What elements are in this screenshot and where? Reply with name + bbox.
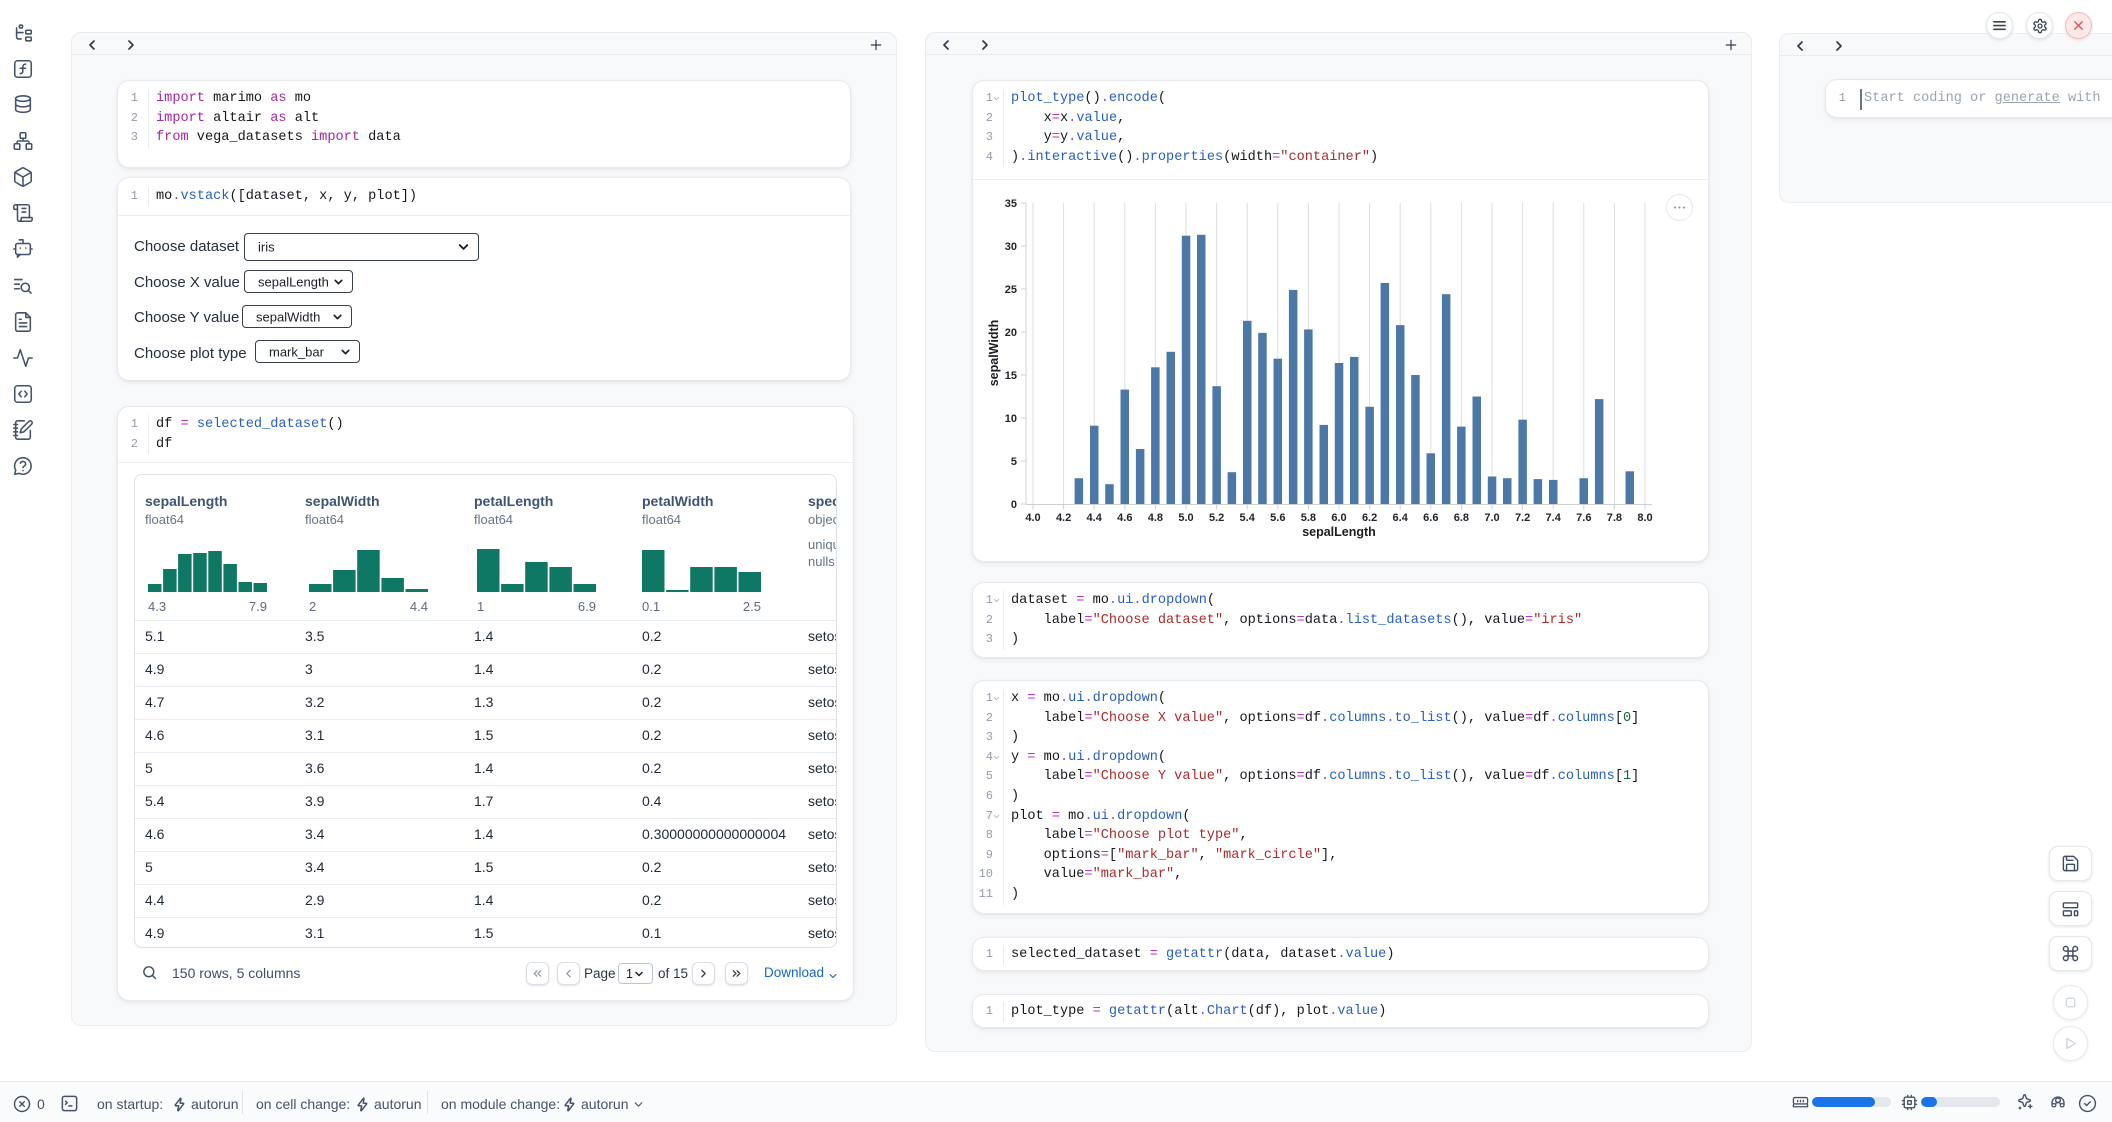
svg-text:5: 5 [1011, 456, 1017, 468]
svg-text:5.8: 5.8 [1301, 512, 1316, 524]
svg-text:6.0: 6.0 [1331, 512, 1346, 524]
svg-text:6.8: 6.8 [1454, 512, 1469, 524]
svg-text:35: 35 [1005, 198, 1017, 210]
svg-text:4.2: 4.2 [1056, 512, 1071, 524]
svg-text:5.0: 5.0 [1178, 512, 1193, 524]
svg-text:6.4: 6.4 [1393, 512, 1409, 524]
svg-text:7.2: 7.2 [1515, 512, 1530, 524]
svg-text:4.8: 4.8 [1148, 512, 1163, 524]
svg-text:5.6: 5.6 [1270, 512, 1285, 524]
svg-text:0: 0 [1011, 499, 1017, 511]
svg-text:7.4: 7.4 [1546, 512, 1562, 524]
svg-text:20: 20 [1005, 327, 1017, 339]
svg-text:25: 25 [1005, 284, 1017, 296]
svg-text:6.6: 6.6 [1423, 512, 1438, 524]
svg-text:10: 10 [1005, 413, 1017, 425]
svg-text:sepalWidth: sepalWidth [987, 320, 1001, 387]
svg-text:8.0: 8.0 [1637, 512, 1652, 524]
svg-text:4.0: 4.0 [1025, 512, 1040, 524]
svg-text:6.2: 6.2 [1362, 512, 1377, 524]
svg-text:4.6: 4.6 [1117, 512, 1132, 524]
svg-text:7.6: 7.6 [1576, 512, 1591, 524]
svg-text:5.4: 5.4 [1240, 512, 1256, 524]
svg-text:7.8: 7.8 [1607, 512, 1622, 524]
svg-text:5.2: 5.2 [1209, 512, 1224, 524]
svg-text:30: 30 [1005, 241, 1017, 253]
svg-text:15: 15 [1005, 370, 1017, 382]
svg-text:4.4: 4.4 [1087, 512, 1103, 524]
svg-text:sepalLength: sepalLength [1302, 525, 1376, 539]
svg-text:7.0: 7.0 [1484, 512, 1499, 524]
